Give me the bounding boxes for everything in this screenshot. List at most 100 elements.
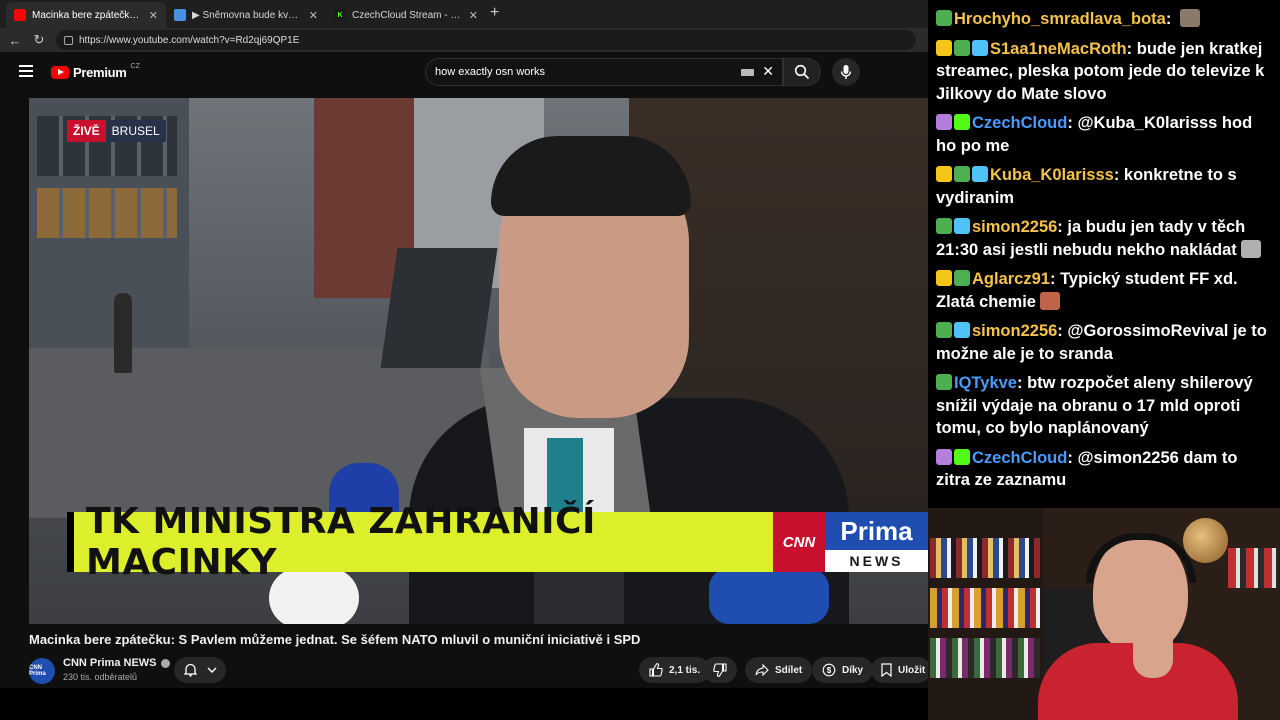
chat-message: Hrochyho_smradlava_bota:: [936, 8, 1272, 31]
youtube-play-icon: [51, 66, 69, 79]
lower-third-text: TK MINISTRA ZAHRANIČÍ MACINKY: [67, 501, 773, 583]
url-text: https://www.youtube.com/watch?v=Rd2qj69Q…: [79, 34, 300, 46]
chat-username[interactable]: IQTykve: [954, 374, 1017, 392]
channel-name: CNN Prima NEWS: [63, 657, 157, 669]
logo-word: Premium: [73, 65, 127, 80]
channel-avatar[interactable]: CNN Prima: [29, 658, 55, 684]
chat-badge-icon: [972, 166, 988, 182]
avatar-text: CNN Prima: [29, 665, 46, 677]
share-icon: [755, 664, 769, 676]
news-logo-text: NEWS: [825, 550, 928, 572]
books-row-1: [930, 538, 1040, 578]
chat-username[interactable]: simon2256: [972, 218, 1057, 236]
chat-badge-icon: [954, 218, 970, 234]
bell-icon: [183, 663, 197, 677]
chat-badge-icon: [936, 218, 952, 234]
chat-username[interactable]: CzechCloud: [972, 114, 1067, 132]
chat-message: simon2256: ja budu jen tady v těch 21:30…: [936, 216, 1272, 261]
thanks-label: Díky: [842, 664, 864, 676]
super-thanks-icon: $: [822, 663, 836, 677]
monument: [380, 248, 498, 368]
chat-badge-icon: [936, 374, 952, 390]
chat-username[interactable]: S1aa1neMacRoth: [990, 40, 1127, 58]
bookmark-icon: [881, 663, 892, 677]
chat-message: Aglarcz91: Typický student FF xd. Zlatá …: [936, 270, 1238, 311]
share-label: Sdílet: [775, 664, 803, 676]
chat-username[interactable]: Aglarcz91: [972, 270, 1050, 288]
chat-emote-icon: [1179, 9, 1200, 27]
chat-emote-icon: [1039, 291, 1060, 310]
chat-username[interactable]: CzechCloud: [972, 449, 1067, 467]
tab-czechcloud-stream[interactable]: K CzechCloud Stream - Watch Live o ✕: [326, 2, 486, 28]
back-arrow-icon[interactable]: ←: [6, 33, 24, 48]
youtube-header: Premium CZ how exactly osn works ✕: [0, 52, 928, 92]
dislike-button[interactable]: [703, 657, 737, 683]
chat-badge-icon: [954, 322, 970, 338]
chat-username[interactable]: Hrochyho_smradlava_bota: [954, 10, 1166, 28]
like-button[interactable]: 2,1 tis.: [639, 657, 711, 683]
chat-badge-icon: [972, 39, 988, 56]
close-tab-icon[interactable]: ✕: [149, 9, 158, 22]
tab-youtube-video[interactable]: Macinka bere zpátečku: S Pavlem mů ✕: [6, 2, 166, 28]
live-label: ŽIVĚ: [67, 120, 106, 142]
chat-message: CzechCloud: @Kuba_K0larisss hod ho po me: [936, 114, 1253, 155]
close-tab-icon[interactable]: ✕: [469, 9, 478, 22]
chat-badge-icon: [954, 270, 970, 286]
reload-icon[interactable]: ↻: [30, 32, 48, 48]
pedestrian: [114, 293, 132, 373]
speaker-hair: [491, 136, 691, 216]
address-bar-row: ← ↻ https://www.youtube.com/watch?v=Rd2q…: [0, 28, 928, 52]
new-tab-button[interactable]: +: [490, 4, 499, 22]
search-icon: [794, 64, 810, 80]
tab-title: Macinka bere zpátečku: S Pavlem mů: [32, 9, 143, 21]
chat-badge-icon: [936, 10, 952, 26]
news-favicon-icon: [174, 9, 186, 21]
chat-username[interactable]: simon2256: [972, 322, 1057, 340]
chat-badge-icon: [936, 114, 952, 130]
streamer-hand: [1133, 623, 1173, 678]
prima-logo-text: Prima: [825, 512, 928, 550]
svg-text:$: $: [827, 666, 832, 675]
tab-title: ▶ Sněmovna bude kvůli Macinkov: [192, 9, 303, 21]
share-button[interactable]: Sdílet: [745, 657, 813, 683]
chat-username[interactable]: Kuba_K0larisss: [990, 166, 1114, 184]
channel-name-link[interactable]: CNN Prima NEWS: [63, 657, 170, 669]
tab-snemovna[interactable]: ▶ Sněmovna bude kvůli Macinkov ✕: [166, 2, 326, 28]
chevron-down-icon: [207, 667, 216, 673]
chat-emote-icon: [1240, 239, 1261, 258]
close-tab-icon[interactable]: ✕: [309, 9, 318, 22]
chat-badge-icon: [936, 39, 952, 56]
clear-search-icon[interactable]: ✕: [762, 63, 774, 80]
notifications-button[interactable]: [174, 657, 226, 683]
prima-logo: Prima NEWS: [825, 512, 928, 572]
search-value: how exactly osn works: [435, 66, 546, 78]
thumbs-up-icon: [649, 663, 663, 677]
hamburger-menu-icon[interactable]: [19, 65, 33, 77]
voice-search-button[interactable]: [832, 58, 860, 86]
books-row-2: [930, 588, 1040, 628]
keyboard-icon[interactable]: [741, 69, 754, 76]
live-badge: ŽIVĚ BRUSEL: [67, 120, 166, 142]
youtube-premium-logo[interactable]: Premium CZ: [51, 63, 140, 80]
video-player[interactable]: ŽIVĚ BRUSEL TK MINISTRA ZAHRANIČÍ MACINK…: [29, 98, 928, 624]
tab-title: CzechCloud Stream - Watch Live o: [352, 9, 463, 21]
books-right: [1228, 548, 1278, 588]
save-button[interactable]: Uložit: [871, 657, 928, 683]
kick-favicon-icon: K: [334, 9, 346, 21]
chat-badge-icon: [936, 322, 952, 338]
thumbs-down-icon: [713, 663, 727, 677]
save-label: Uložit: [898, 664, 926, 676]
search-button[interactable]: [783, 58, 821, 86]
logo-region: CZ: [130, 63, 140, 70]
globe: [1183, 518, 1228, 563]
site-info-icon[interactable]: [64, 35, 73, 45]
thanks-button[interactable]: $ Díky: [812, 657, 874, 683]
chat-badge-icon: [954, 114, 970, 130]
chat-badge-icon: [936, 448, 952, 465]
url-field[interactable]: https://www.youtube.com/watch?v=Rd2qj69Q…: [56, 30, 916, 50]
news-lower-third: TK MINISTRA ZAHRANIČÍ MACINKY CNN Prima …: [67, 501, 928, 583]
search-input[interactable]: how exactly osn works ✕: [425, 58, 783, 86]
chat-message: CzechCloud: @simon2256 dam to zitra ze z…: [936, 448, 1238, 489]
streamer-webcam: [928, 508, 1280, 720]
chat-badge-icon: [954, 448, 970, 465]
